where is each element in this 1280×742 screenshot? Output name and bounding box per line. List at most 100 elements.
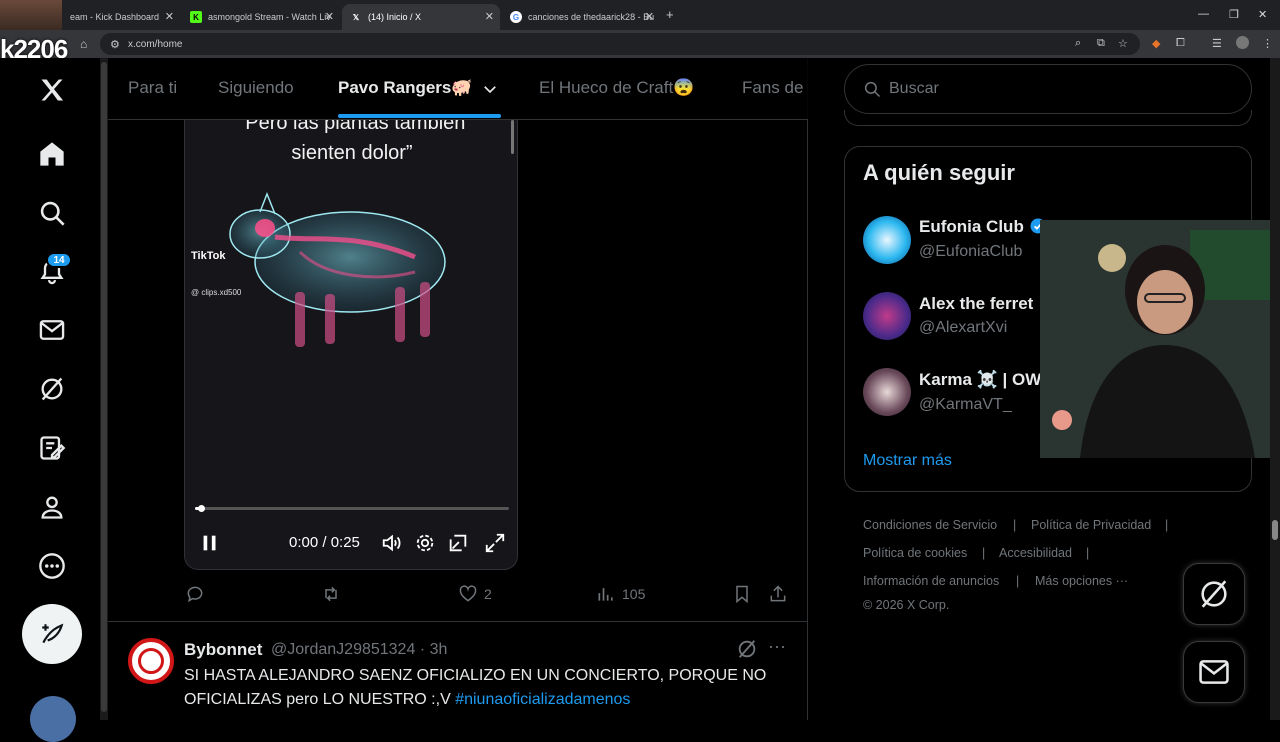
site-info-icon[interactable]: ⚙ <box>110 38 120 51</box>
close-icon[interactable]: ✕ <box>325 10 334 23</box>
suggestion-handle[interactable]: @KarmaVT_ <box>919 396 1012 414</box>
x-logo-icon[interactable] <box>34 72 70 108</box>
tab-para-ti[interactable]: Para ti <box>128 78 177 98</box>
chevron-down-icon[interactable] <box>481 80 499 98</box>
hashtag-link[interactable]: #niunaoficializadamenos <box>455 691 630 708</box>
suggestion-name-text: Eufonia Club <box>919 217 1024 236</box>
search-icon[interactable] <box>34 195 70 231</box>
volume-icon[interactable] <box>381 532 403 554</box>
browser-tab-active[interactable]: 𝕏 (14) Inicio / X ✕ <box>342 4 500 30</box>
extensions-puzzle-icon[interactable]: ⧠ <box>1176 37 1185 50</box>
more-icon[interactable] <box>34 548 70 584</box>
close-icon[interactable]: ✕ <box>485 10 494 23</box>
tab-fans-de[interactable]: Fans de <box>742 78 803 98</box>
grok-icon <box>1201 580 1227 608</box>
tab-title: asmongold Stream - Watch Liv <box>208 12 331 22</box>
tiktok-watermark: TikTok <box>191 250 226 262</box>
profile-icon[interactable] <box>34 489 70 525</box>
mail-icon <box>1199 660 1229 684</box>
minimize-icon[interactable]: — <box>1198 8 1209 20</box>
footer-link-ads[interactable]: Información de anuncios <box>863 574 999 588</box>
divider <box>108 621 808 622</box>
pause-icon[interactable] <box>199 532 221 554</box>
mail-icon[interactable] <box>34 312 70 348</box>
restore-icon[interactable]: ❐ <box>1229 8 1239 21</box>
google-icon: G <box>510 11 522 23</box>
scrollbar-thumb[interactable] <box>1272 520 1278 540</box>
close-icon[interactable]: ✕ <box>165 10 174 23</box>
card-edge <box>844 110 1252 126</box>
footer-copyright: © 2026 X Corp. <box>863 598 950 612</box>
close-icon[interactable]: ✕ <box>645 10 654 23</box>
active-tab-indicator <box>338 114 501 118</box>
video-progress-knob[interactable] <box>198 505 206 512</box>
x-logo-icon: 𝕏 <box>352 12 360 22</box>
grok-icon[interactable] <box>34 371 70 407</box>
share-button[interactable] <box>768 584 788 604</box>
suggestion-name[interactable]: Alex the ferret <box>919 294 1033 314</box>
like-button[interactable]: 2 <box>458 584 492 604</box>
grok-float-button[interactable] <box>1183 563 1245 625</box>
fullscreen-icon[interactable] <box>484 532 506 554</box>
video-scroll-indicator <box>511 120 514 154</box>
webcam-overlay <box>1040 220 1280 458</box>
install-icon[interactable]: ⧉ <box>1097 37 1105 50</box>
reply-button[interactable] <box>185 584 205 604</box>
tab-pavo-rangers[interactable]: Pavo Rangers🐖 <box>338 78 473 98</box>
home-icon[interactable]: ⌂ <box>80 37 87 51</box>
webcam-person <box>1040 220 1280 458</box>
repost-button[interactable] <box>321 584 341 604</box>
views-button[interactable]: 105 <box>596 584 645 604</box>
grok-icon[interactable] <box>736 638 758 660</box>
video-progress-bar[interactable] <box>195 505 509 512</box>
scrollbar-track[interactable] <box>1270 58 1280 720</box>
avatar[interactable] <box>128 638 174 684</box>
footer-link-privacy[interactable]: Política de Privacidad <box>1031 518 1151 532</box>
tab-siguiendo[interactable]: Siguiendo <box>218 78 294 98</box>
footer-link-accessibility[interactable]: Accesibilidad <box>999 546 1072 560</box>
post-author-handle[interactable]: @JordanJ29851324 · 3h <box>271 641 447 659</box>
messages-float-button[interactable] <box>1183 641 1245 703</box>
url-field[interactable]: ⚙ x.com/home <box>100 33 1140 55</box>
picture-in-picture-icon[interactable] <box>447 532 469 554</box>
more-options-icon[interactable]: ··· <box>768 636 786 657</box>
suggestion-name[interactable]: Karma ☠️ | OW <box>919 370 1041 390</box>
settings-gear-icon[interactable] <box>414 532 436 554</box>
suggestion-name[interactable]: Eufonia Club <box>919 217 1047 237</box>
video-caption: “Pero las plantas también sienten dolor” <box>185 120 517 168</box>
post-author-name[interactable]: Bybonnet <box>184 640 262 660</box>
bookmark-star-icon[interactable]: ☆ <box>1118 37 1128 50</box>
zoom-icon[interactable]: ⌕ <box>1075 37 1081 50</box>
home-icon[interactable] <box>34 136 70 172</box>
footer-link-cookies[interactable]: Política de cookies <box>863 546 967 560</box>
views-chart-icon <box>598 588 613 601</box>
bookmark-button[interactable] <box>732 584 752 604</box>
new-tab-icon[interactable]: + <box>666 7 674 22</box>
scrollbar-thumb[interactable] <box>101 62 107 712</box>
video-player[interactable]: “Pero las plantas también sienten dolor”… <box>184 120 518 570</box>
lists-icon[interactable] <box>34 430 70 466</box>
tab-title: (14) Inicio / X <box>368 12 422 22</box>
suggestion-handle[interactable]: @AlexartXvi <box>919 319 1007 337</box>
avatar[interactable] <box>863 368 911 416</box>
media-icon[interactable]: ☰ <box>1212 37 1222 50</box>
suggestion-handle[interactable]: @EufoniaClub <box>919 243 1022 261</box>
browser-tab[interactable]: K asmongold Stream - Watch Liv ✕ <box>182 4 340 30</box>
browser-tab[interactable]: G canciones de thedaarick28 - Bu ✕ <box>502 4 660 30</box>
show-more-link[interactable]: Mostrar más <box>863 452 952 470</box>
profile-icon[interactable] <box>1236 36 1249 49</box>
compose-post-button[interactable] <box>22 604 82 664</box>
window-close-icon[interactable]: ✕ <box>1258 8 1267 21</box>
avatar[interactable] <box>863 292 911 340</box>
who-to-follow-title: A quién seguir <box>863 160 1015 185</box>
footer-link-more[interactable]: Más opciones ··· <box>1035 574 1128 588</box>
extension-icon[interactable]: ◆ <box>1152 37 1160 50</box>
search-field[interactable]: Buscar <box>844 64 1252 114</box>
menu-kebab-icon[interactable]: ⋮ <box>1262 37 1273 50</box>
footer-link-terms[interactable]: Condiciones de Servicio <box>863 518 997 532</box>
video-caption-line: “Pero las plantas también <box>238 120 466 134</box>
tab-el-hueco-de-craft[interactable]: El Hueco de Craft😨 <box>539 78 694 98</box>
url-text: x.com/home <box>128 38 183 50</box>
avatar[interactable] <box>863 216 911 264</box>
avatar[interactable] <box>30 696 76 742</box>
